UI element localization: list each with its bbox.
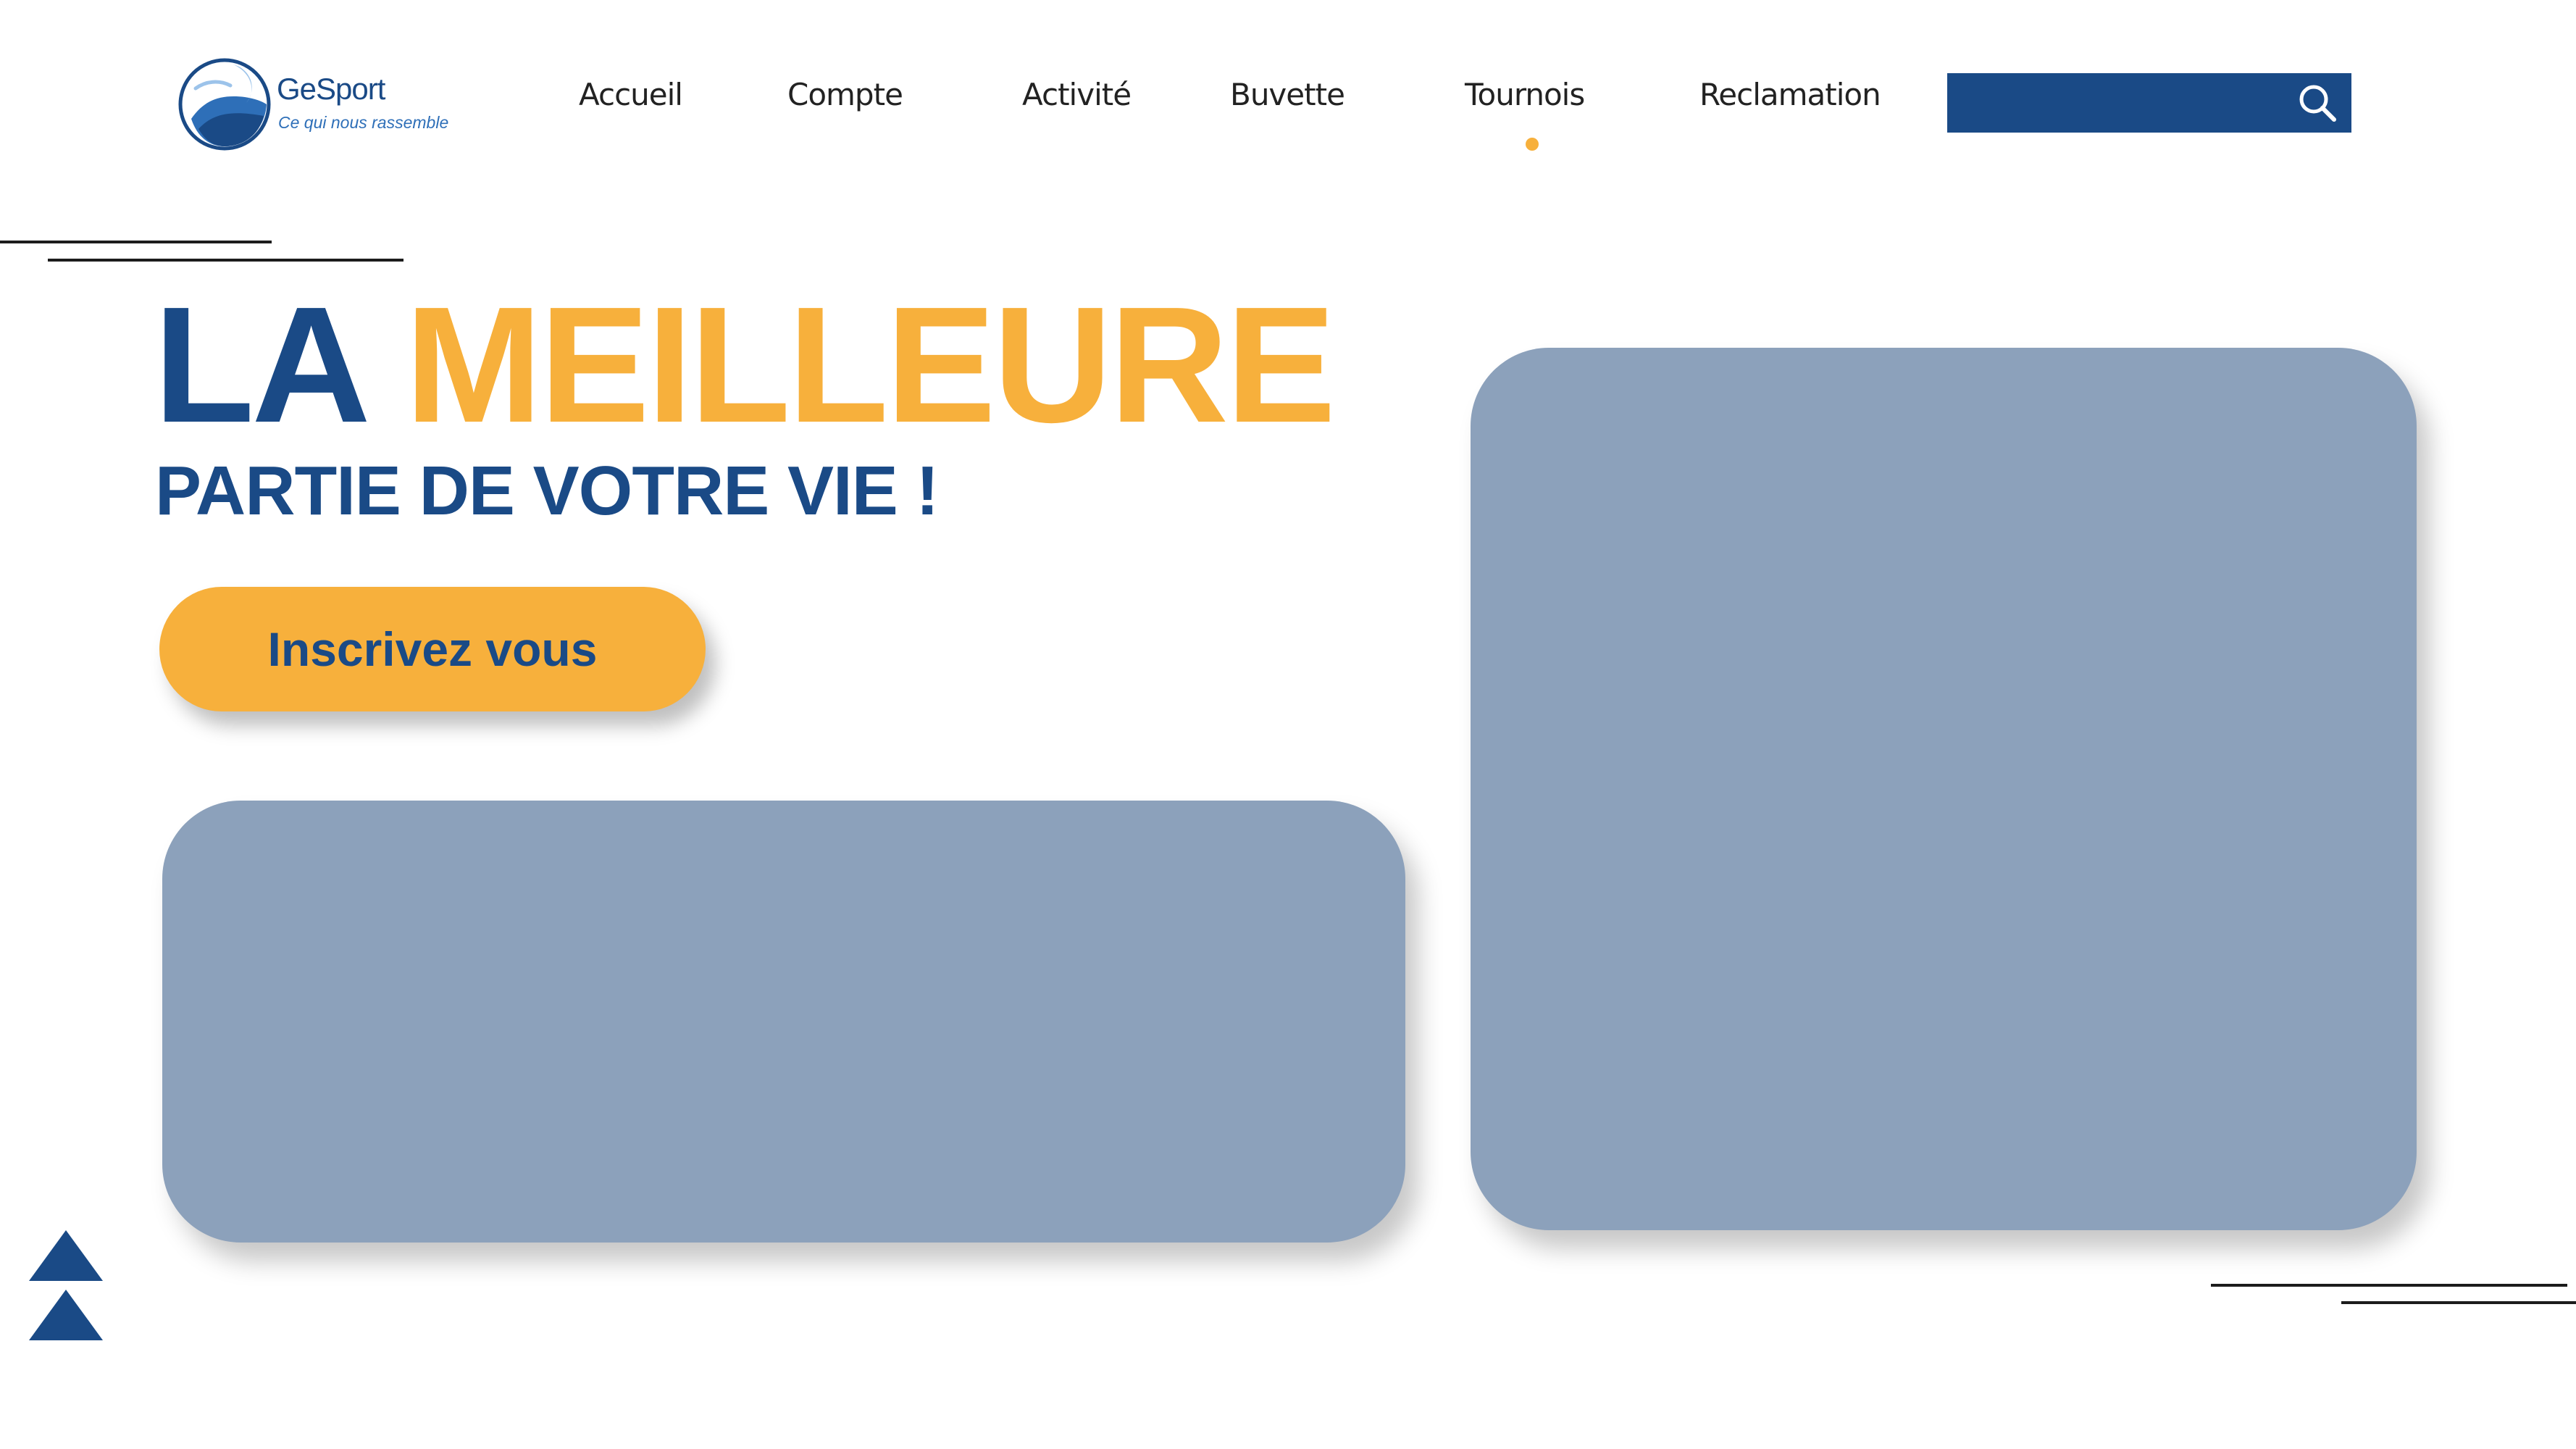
triangle-up-icon[interactable]	[29, 1230, 103, 1281]
decorative-line	[2341, 1301, 2576, 1304]
hero-title-part1: LA	[154, 273, 364, 457]
nav-item-tournois[interactable]: Tournois	[1465, 80, 1585, 110]
wave-circle-logo-icon	[178, 58, 271, 151]
image-placeholder-wide	[162, 801, 1405, 1243]
hero-title-part2: MEILLEURE	[404, 273, 1336, 457]
search-icon[interactable]	[2295, 80, 2340, 125]
nav-item-accueil[interactable]: Accueil	[579, 80, 683, 110]
nav-item-reclamation[interactable]: Reclamation	[1699, 80, 1881, 110]
search-bar	[1947, 73, 2351, 133]
hero-title: LA MEILLEURE	[154, 283, 1336, 448]
register-button[interactable]: Inscrivez vous	[159, 587, 706, 711]
decorative-line	[48, 259, 403, 262]
search-input[interactable]	[1947, 73, 2288, 133]
image-placeholder-tall	[1471, 348, 2417, 1230]
brand-name: GeSport	[277, 72, 385, 106]
hero-subtitle: PARTIE DE VOTRE VIE !	[155, 452, 939, 530]
brand-tagline: Ce qui nous rassemble	[278, 113, 449, 132]
brand-logo[interactable]: GeSport Ce qui nous rassemble	[177, 57, 481, 155]
nav-item-buvette[interactable]: Buvette	[1230, 80, 1345, 110]
nav-item-activite[interactable]: Activité	[1022, 80, 1132, 110]
landing-page: GeSport Ce qui nous rassemble Accueil Co…	[0, 0, 2576, 1449]
nav-item-compte[interactable]: Compte	[787, 80, 903, 110]
decorative-line	[0, 241, 272, 243]
triangle-up-icon[interactable]	[29, 1290, 103, 1340]
active-nav-indicator	[1526, 138, 1539, 151]
decorative-line	[2211, 1284, 2567, 1287]
